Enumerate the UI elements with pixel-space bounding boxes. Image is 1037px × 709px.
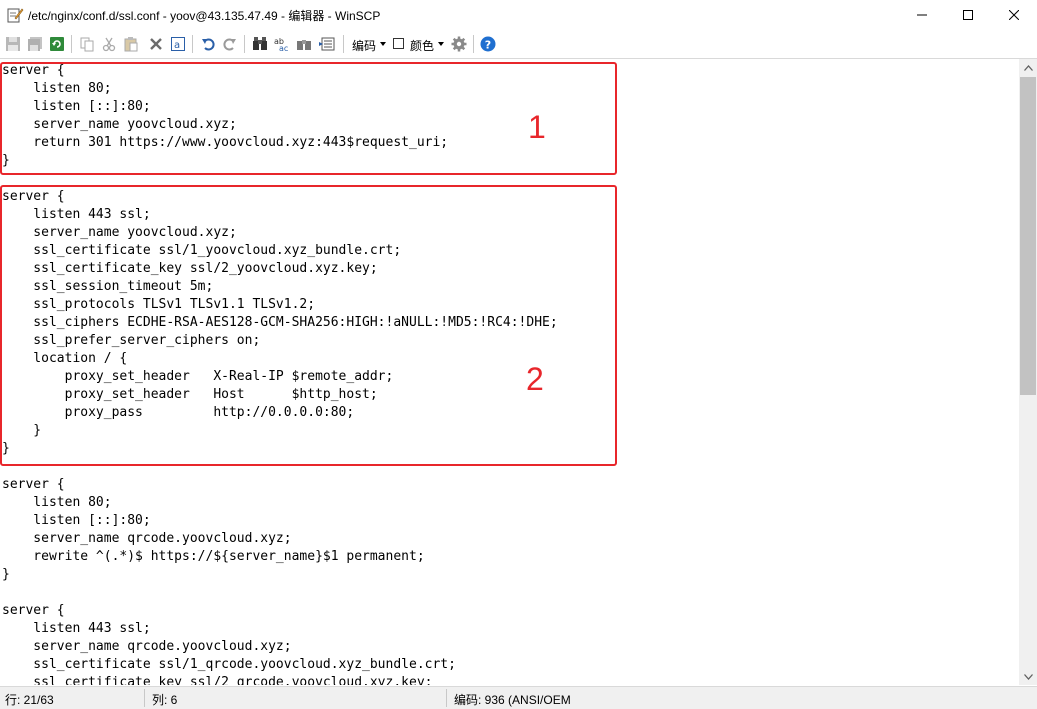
find-next-icon (297, 40, 311, 50)
status-separator (144, 689, 145, 707)
text-editor[interactable]: server { listen 80; listen [::]:80; serv… (0, 59, 1019, 685)
toolbar-separator (71, 35, 72, 53)
code-line[interactable] (2, 584, 558, 602)
code-line[interactable]: listen 443 ssl; (2, 620, 558, 638)
encoding-status: 编码: 936 (ANSI/OEM (454, 693, 571, 707)
find-icon (253, 37, 267, 50)
cursor-column-status: 列: 6 (152, 693, 178, 707)
close-icon (1009, 10, 1019, 20)
close-button[interactable] (991, 0, 1037, 30)
color-dropdown[interactable]: 颜色 (410, 37, 434, 54)
minimize-button[interactable] (899, 0, 945, 30)
redo-button[interactable] (220, 34, 240, 54)
scroll-down-button[interactable] (1019, 668, 1037, 685)
code-line[interactable]: ssl_certificate_key ssl/2_qrcode.yoovclo… (2, 674, 558, 685)
title-bar: /etc/nginx/conf.d/ssl.conf - yoov@43.135… (0, 0, 1037, 31)
save-button[interactable] (3, 34, 23, 54)
help-button[interactable]: ? (478, 34, 498, 54)
code-line[interactable]: ssl_certificate ssl/1_qrcode.yoovcloud.x… (2, 656, 558, 674)
annotation-label-2: 2 (526, 361, 544, 397)
save-icon (6, 37, 20, 51)
find-next-button[interactable] (294, 34, 314, 54)
select-all-button[interactable]: a (168, 34, 188, 54)
svg-text:a: a (174, 40, 180, 51)
reload-icon (50, 37, 64, 51)
svg-text:?: ? (485, 39, 491, 52)
paste-button[interactable] (121, 34, 141, 54)
chevron-up-icon (1023, 64, 1033, 71)
undo-icon (202, 38, 215, 51)
reload-button[interactable] (47, 34, 67, 54)
undo-button[interactable] (198, 34, 218, 54)
color-checkbox[interactable] (393, 38, 404, 49)
cut-icon (102, 37, 116, 52)
toolbar-separator (192, 35, 193, 53)
code-line[interactable]: rewrite ^(.*)$ https://${server_name}$1 … (2, 548, 558, 566)
paste-icon (124, 37, 138, 52)
minimize-icon (917, 14, 927, 16)
copy-button[interactable] (77, 34, 97, 54)
scroll-up-button[interactable] (1019, 59, 1037, 76)
encoding-dropdown-caret-icon[interactable] (380, 42, 386, 46)
settings-icon (451, 36, 467, 52)
maximize-button[interactable] (945, 0, 991, 30)
settings-button[interactable] (449, 34, 469, 54)
save-all-button[interactable] (25, 34, 45, 54)
encoding-dropdown[interactable]: 编码 (352, 37, 376, 54)
annotation-label-1: 1 (528, 109, 546, 145)
toolbar-separator (343, 35, 344, 53)
delete-button[interactable] (146, 34, 166, 54)
chevron-down-icon (1023, 673, 1033, 680)
toolbar-separator (473, 35, 474, 53)
highlight-box-2 (0, 185, 617, 466)
status-bar: 行: 21/63 列: 6 编码: 936 (ANSI/OEM (0, 686, 1037, 709)
goto-line-button[interactable] (317, 34, 337, 54)
cut-button[interactable] (99, 34, 119, 54)
highlight-box-1 (0, 62, 617, 175)
code-line[interactable]: listen [::]:80; (2, 512, 558, 530)
save-all-icon (28, 37, 42, 51)
code-line[interactable]: server { (2, 476, 558, 494)
help-icon: ? (480, 36, 496, 52)
svg-text:ac: ac (279, 44, 288, 52)
code-line[interactable]: listen 80; (2, 494, 558, 512)
copy-icon (80, 37, 94, 52)
replace-icon: abac (274, 37, 288, 52)
code-line[interactable]: } (2, 566, 558, 584)
goto-line-icon (319, 37, 335, 51)
delete-icon (150, 38, 162, 50)
code-line[interactable]: server_name qrcode.yoovcloud.xyz; (2, 638, 558, 656)
status-separator (446, 689, 447, 707)
editor-toolbar: a ab ac 编码 颜色 ? (0, 30, 1037, 59)
toolbar-separator (244, 35, 245, 53)
redo-icon (223, 38, 236, 51)
editor-app-icon (6, 6, 24, 24)
window-title: /etc/nginx/conf.d/ssl.conf - yoov@43.135… (28, 9, 381, 23)
scrollbar-thumb[interactable] (1020, 77, 1036, 395)
maximize-icon (963, 10, 973, 20)
cursor-line-status: 行: 21/63 (5, 693, 54, 707)
replace-button[interactable]: ab ac (272, 34, 292, 54)
color-dropdown-caret-icon[interactable] (438, 42, 444, 46)
code-line[interactable]: server { (2, 602, 558, 620)
select-all-icon: a (171, 37, 185, 51)
code-line[interactable]: server_name qrcode.yoovcloud.xyz; (2, 530, 558, 548)
vertical-scrollbar[interactable] (1019, 59, 1037, 685)
find-button[interactable] (250, 34, 270, 54)
